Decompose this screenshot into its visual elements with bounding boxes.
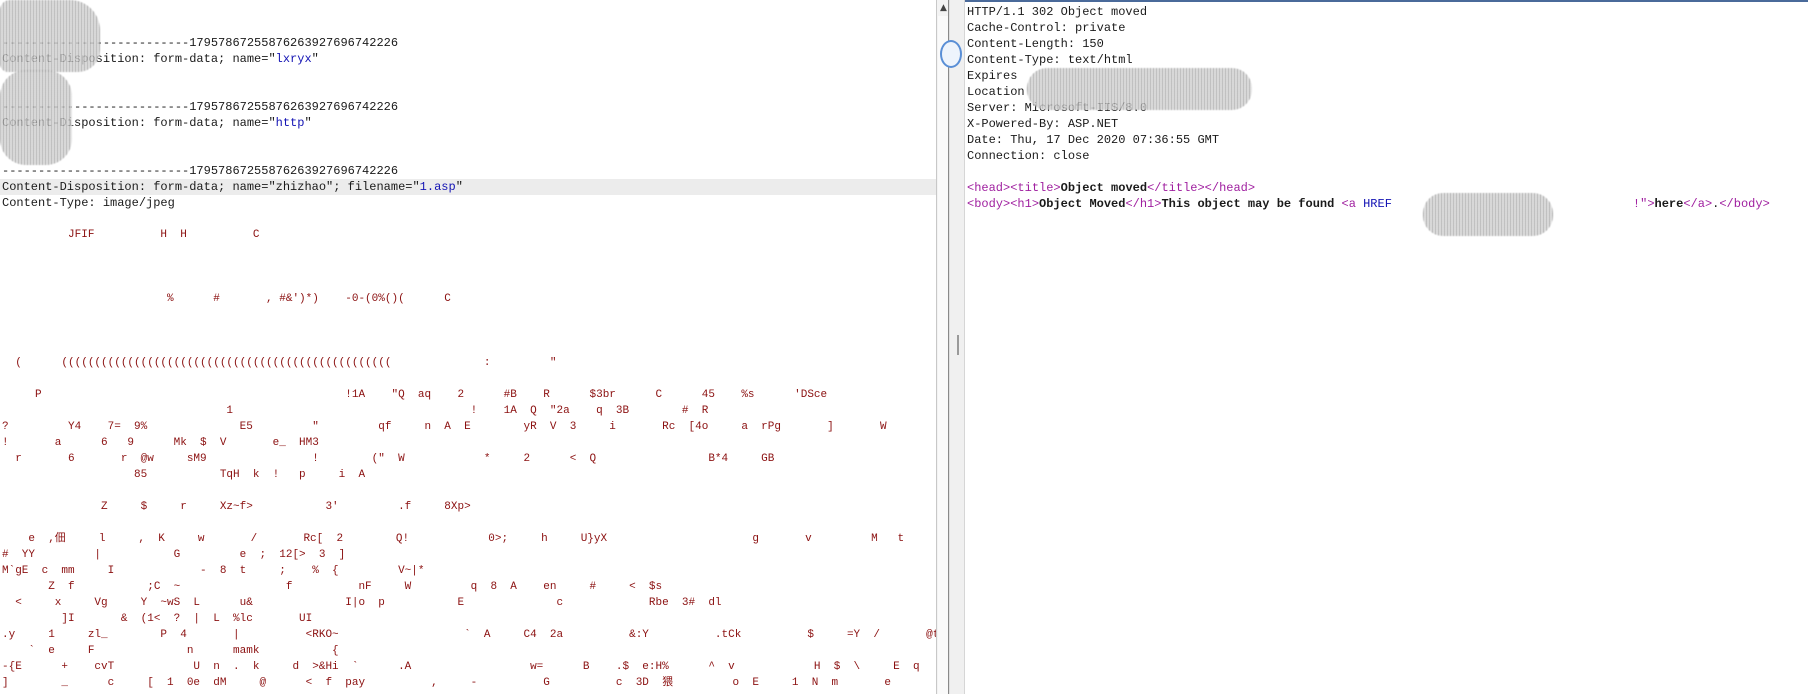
header-content-type: Content-Type: text/html [967,53,1133,67]
header-expires: Expires [967,69,1018,83]
binary-data-line: -{E + cvT U n . k d >&Hi ` .A w= B .$ e:… [2,661,920,673]
redaction-mark [1423,193,1553,236]
binary-data-line: ` e F n mamk { [2,645,339,657]
binary-data-line: P !1A "Q aq 2 #B R $3br C 45 %s 'DSce [2,389,828,401]
link-text: here [1654,197,1684,211]
binary-data-line: % # , #&')*) -0-(0%()( C [2,293,451,305]
splitter-handle-icon[interactable] [940,40,962,68]
redaction-mark [1027,68,1252,110]
binary-data-line: M`gE c mm I - 8 t ; % { V~|* [2,565,425,577]
head-close-tag: </head> [1204,181,1256,195]
highlighted-content-disposition-line: Content-Disposition: form-data; name="zh… [0,179,936,195]
binary-data-line: Z $ r Xz~f> 3' .f 8Xp> [2,501,471,513]
binary-data-line: ]I & (1< ? | L %lc UI [2,613,313,625]
href-end: !"> [1632,197,1655,211]
body-open-tag: <body> [967,197,1011,211]
h1-text: Object Moved [1039,197,1126,211]
field-name-value: lxryx [275,52,312,66]
a-close-tag: </a> [1683,197,1713,211]
quote-mark: " [304,116,312,130]
binary-data-line: .y 1 zl_ P 4 | <RKO~ ` A C4 2a &:Y .tCk … [2,629,936,641]
request-scrollbar[interactable]: ▲ [936,0,949,694]
content-type-line: Content-Type: image/jpeg [2,196,175,210]
a-open-tag: <a [1341,197,1356,211]
boundary-line: --------------------------17957867255876… [2,164,399,178]
response-body-line: <body><h1>Object Moved</h1>This object m… [967,196,1770,212]
binary-data-line: ! a 6 9 Mk $ V e_ HM3 [2,437,319,449]
header-content-length: Content-Length: 150 [967,37,1104,51]
field-name-value: http [275,116,305,130]
binary-data-line: JFIF H H C [2,229,260,241]
binary-data-line: ? Y4 7= 9% E5 " qf n A E yR V 3 i Rc [4o… [2,421,936,433]
header-x-powered-by: X-Powered-By: ASP.NET [967,117,1119,131]
request-editor-pane[interactable]: --------------------------17957867255876… [0,0,936,694]
head-open-tag: <head> [967,181,1011,195]
response-viewer-pane[interactable]: HTTP/1.1 302 Object moved Cache-Control:… [965,0,1808,694]
binary-data-line: e ,佃 l , K w / Rc[ 2 Q! 0>; h U}yX g v M… [2,533,936,545]
binary-data-line: ] _ c [ 1 0e dM @ < f pay , - G c 3D 猥 o… [2,677,936,689]
scroll-thumb[interactable] [938,16,948,694]
header-connection: Connection: close [967,149,1090,163]
binary-data-line: r 6 r @w sM9 ! (" W * 2 < Q B*4 GB &(H 8… [15,453,775,465]
binary-data-line: 85 TqH k ! p i A [2,469,366,481]
redaction-mark [0,0,100,72]
header-date: Date: Thu, 17 Dec 2020 07:36:55 GMT [967,133,1220,147]
binary-data-line: 1 ! 1A Q "2a q 3B # R [2,405,709,417]
status-line: HTTP/1.1 302 Object moved [967,5,1148,19]
h1-open-tag: <h1> [1010,197,1040,211]
header-cache-control: Cache-Control: private [967,21,1126,35]
pane-splitter[interactable] [940,0,965,694]
body-close-tag: </body> [1719,197,1770,211]
href-attribute: HREF [1363,197,1392,211]
response-body-head-line: <head><title>Object moved</title></head> [967,180,1255,196]
binary-data-line: ( ((((((((((((((((((((((((((((((((((((((… [2,357,557,369]
title-close-tag: </title> [1147,181,1205,195]
quote-mark: " [455,180,463,194]
filename-value: 1.asp [419,180,456,194]
binary-data-line: Z f ;C ~ f nF W q 8 A en # < $s [2,581,663,593]
h1-close-tag: </h1> [1125,197,1162,211]
scroll-up-arrow-icon[interactable]: ▲ [938,3,949,14]
binary-data-line: < x Vg Y ~wS L u& I|o p E c Rbe 3# dl [2,597,722,609]
header-location: Location [967,85,1025,99]
title-text: Object moved [1060,181,1148,195]
quote-mark: " [311,52,319,66]
binary-data-line: # YY | G e ; 12[> 3 ] [2,549,346,561]
title-open-tag: <title> [1010,181,1061,195]
splitter-grip-icon[interactable] [957,335,959,355]
content-disposition-text: Content-Disposition: form-data; name="zh… [2,180,420,194]
body-text: This object may be found [1161,197,1342,211]
redaction-mark [0,70,72,165]
